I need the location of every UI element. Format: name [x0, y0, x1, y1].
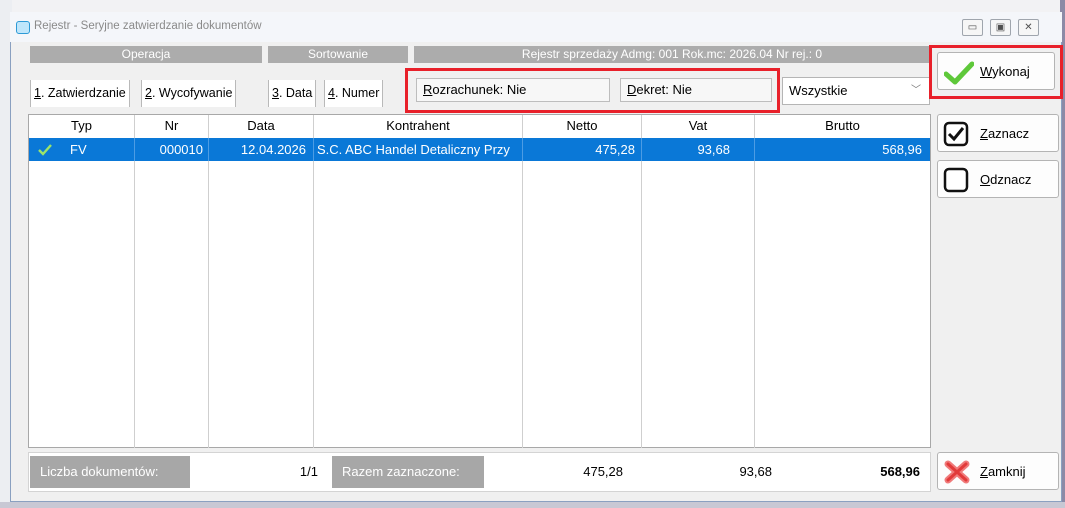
column-header-brutto[interactable]: Brutto: [755, 115, 930, 137]
sortowanie-header: Sortowanie: [268, 46, 408, 63]
column-divider: [313, 115, 314, 448]
minimize-icon[interactable]: ▭: [962, 19, 983, 36]
tab-label: . Numer: [334, 86, 380, 100]
tab-label: . Data: [278, 86, 313, 100]
zamknij-label: Zamknij: [980, 464, 1026, 479]
cell-brutto: 568,96: [882, 142, 922, 157]
register-info-header: Rejestr sprzedaży Admg: 001 Rok.mc: 2026…: [414, 46, 930, 63]
cell-netto: 475,28: [595, 142, 635, 157]
maximize-icon[interactable]: ▣: [990, 19, 1011, 36]
chevron-down-icon[interactable]: ﹀: [906, 82, 926, 100]
wykonaj-highlight-frame: [929, 45, 1063, 99]
footer-netto-sum: 475,28: [583, 464, 623, 479]
background-bottom-edge: [0, 502, 1065, 508]
tab-hotkey: 2: [145, 86, 152, 100]
column-divider: [754, 115, 755, 448]
liczba-dokumentow-value: 1/1: [299, 464, 318, 479]
cell-data: 12.04.2026: [240, 142, 306, 157]
tab-sort-numer[interactable]: 4. Numer: [324, 80, 384, 107]
column-divider: [522, 115, 523, 448]
column-header-netto[interactable]: Netto: [523, 115, 641, 137]
column-divider: [641, 115, 642, 448]
operacja-header: Operacja: [30, 46, 262, 63]
zaznacz-button[interactable]: Zaznacz: [937, 114, 1059, 152]
odznacz-button[interactable]: Odznacz: [937, 160, 1059, 198]
footer-vat-sum: 93,68: [739, 464, 772, 479]
liczba-dokumentow-label: Liczba dokumentów:: [30, 456, 190, 488]
column-divider: [134, 115, 135, 448]
cell-kontrahent: S.C. ABC Handel Detaliczny Przy: [317, 142, 510, 157]
unchecked-box-icon: [943, 167, 969, 193]
cell-nr: 000010: [159, 142, 203, 157]
window-title: Rejestr - Seryjne zatwierdzanie dokument…: [34, 20, 262, 32]
footer-brutto-sum: 568,96: [880, 464, 920, 479]
odznacz-label: Odznacz: [980, 172, 1032, 187]
close-icon[interactable]: ✕: [1018, 19, 1039, 36]
razem-zaznaczone-label: Razem zaznaczone:: [332, 456, 484, 488]
column-header-nr[interactable]: Nr: [135, 115, 208, 137]
close-x-icon: [944, 460, 970, 484]
tab-zatwierdzanie[interactable]: 1. Zatwierdzanie: [30, 80, 130, 107]
tab-label: . Zatwierdzanie: [40, 86, 126, 100]
tab-hotkey: 1: [34, 86, 41, 100]
tab-hotkey: 4: [328, 86, 335, 100]
documents-table: [28, 114, 931, 448]
column-header-data[interactable]: Data: [209, 115, 313, 137]
zamknij-button[interactable]: Zamknij: [937, 452, 1059, 490]
row-checked-icon[interactable]: [38, 144, 52, 156]
row-divider: [313, 138, 314, 161]
tab-hotkey: 3: [272, 86, 279, 100]
app-icon: [16, 21, 30, 34]
cell-vat: 93,68: [697, 142, 730, 157]
column-header-kontrahent[interactable]: Kontrahent: [314, 115, 522, 137]
tab-wycofywanie[interactable]: 2. Wycofywanie: [141, 80, 237, 107]
cell-typ: FV: [70, 142, 87, 157]
column-header-vat[interactable]: Vat: [642, 115, 754, 137]
column-header-typ[interactable]: Typ: [29, 115, 134, 137]
tab-label: . Wycofywanie: [151, 86, 233, 100]
filters-highlight-frame: [405, 68, 780, 113]
column-divider: [208, 115, 209, 448]
checked-box-icon: [943, 121, 969, 147]
tab-sort-data[interactable]: 3. Data: [268, 80, 317, 107]
zaznacz-label: Zaznacz: [980, 126, 1030, 141]
